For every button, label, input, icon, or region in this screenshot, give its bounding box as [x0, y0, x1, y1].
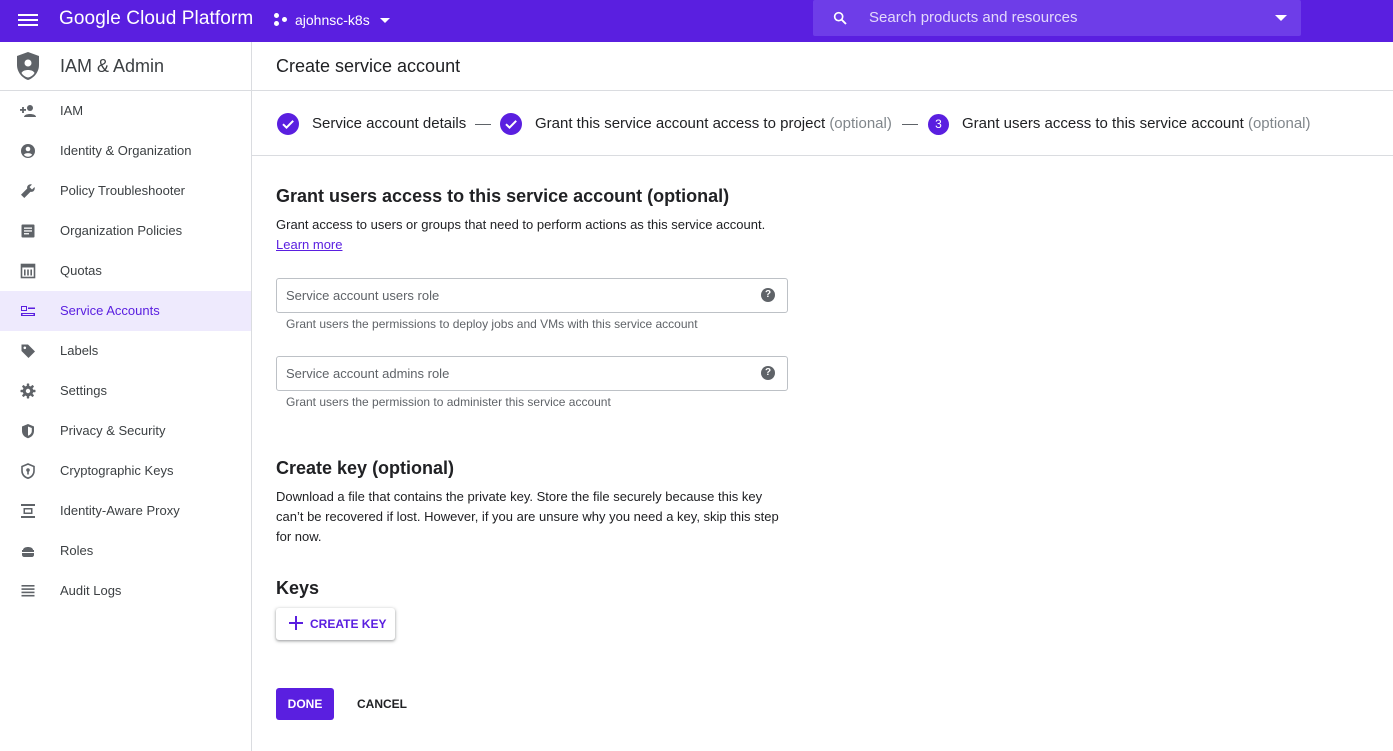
help-icon[interactable]: ? [761, 366, 775, 380]
sidebar-item-cryptographic-keys[interactable]: Cryptographic Keys [0, 451, 251, 491]
create-key-description: Download a file that contains the privat… [276, 489, 779, 544]
sidebar-item-iam[interactable]: IAM [0, 91, 251, 131]
keys-heading: Keys [276, 578, 320, 598]
roles-icon [22, 547, 34, 557]
divider [252, 155, 1393, 156]
search-dropdown-icon[interactable] [1275, 15, 1287, 21]
project-dots-icon [274, 13, 288, 27]
project-selector[interactable]: ajohnsc-k8s [274, 9, 390, 31]
service-account-icon [21, 306, 35, 316]
product-brand[interactable]: Google Cloud Platform [59, 8, 253, 30]
iam-shield-icon [17, 52, 39, 80]
sidebar-item-quotas[interactable]: Quotas [0, 251, 251, 291]
main-content: Create service account Service account d… [252, 42, 1393, 751]
done-button[interactable]: DONE [276, 688, 334, 720]
sidebar-item-privacy-security[interactable]: Privacy & Security [0, 411, 251, 451]
step-complete-check-icon [277, 113, 299, 135]
sidebar-item-identity-organization[interactable]: Identity & Organization [0, 131, 251, 171]
divider [252, 90, 1393, 91]
label-tag-icon [21, 344, 35, 358]
sidebar-item-audit-logs[interactable]: Audit Logs [0, 571, 251, 611]
sidebar-item-label: Cryptographic Keys [60, 463, 174, 478]
sidebar-item-label: IAM [60, 103, 84, 118]
step-2-title: Grant this service account access to pro… [535, 115, 826, 132]
help-icon[interactable]: ? [761, 288, 775, 302]
account-circle-icon [21, 144, 35, 158]
sidebar-title: IAM & Admin [60, 56, 165, 76]
create-key-label: CREATE KEY [310, 617, 387, 631]
plus-icon [289, 616, 303, 630]
search-input[interactable]: Search products and resources [813, 0, 1301, 36]
step-dash [902, 124, 918, 125]
stepper: Service account details Grant this servi… [276, 113, 1376, 135]
step-3-number: 3 [928, 113, 949, 135]
gear-icon [20, 383, 36, 399]
step-2-optional: (optional) [829, 115, 892, 132]
person-add-icon [20, 105, 36, 117]
sidebar-item-label: Policy Troubleshooter [60, 183, 186, 198]
service-account-admins-role-field[interactable]: Service account admins role ? [276, 356, 788, 391]
sidebar-item-label: Quotas [60, 263, 102, 278]
step-complete-check-icon [500, 113, 522, 135]
step-dash [475, 124, 491, 125]
proxy-icon [21, 504, 35, 518]
search-icon [833, 11, 847, 25]
create-key-button[interactable]: CREATE KEY [276, 608, 395, 640]
step-3-optional: (optional) [1247, 115, 1311, 132]
project-name: ajohnsc-k8s [295, 12, 370, 28]
sidebar-item-label: Settings [60, 383, 107, 398]
sidebar-item-label: Organization Policies [60, 223, 183, 238]
grant-users-description: Grant access to users or groups that nee… [276, 217, 766, 232]
page-title: Create service account [276, 56, 461, 76]
step-2-label[interactable]: Grant this service account access to pro… [535, 115, 892, 132]
sidebar-item-organization-policies[interactable]: Organization Policies [0, 211, 251, 251]
field-placeholder: Service account admins role [286, 366, 450, 381]
sidebar-item-label: Privacy & Security [60, 423, 166, 438]
security-shield-icon [21, 463, 35, 479]
sidebar-item-roles[interactable]: Roles [0, 531, 251, 571]
chevron-down-icon [379, 17, 390, 23]
shield-icon [22, 424, 34, 439]
sidebar-item-policy-troubleshooter[interactable]: Policy Troubleshooter [0, 171, 251, 211]
document-list-icon [21, 224, 35, 238]
admins-role-hint: Grant users the permission to administer… [286, 395, 611, 409]
sidebar-item-label: Identity-Aware Proxy [60, 503, 180, 518]
quota-icon [20, 263, 36, 279]
sidebar-item-label: Service Accounts [60, 303, 160, 318]
list-lines-icon [21, 585, 35, 597]
cancel-button[interactable]: CANCEL [352, 688, 412, 720]
wrench-icon [21, 184, 35, 198]
service-account-users-role-field[interactable]: Service account users role ? [276, 278, 788, 313]
step-3-label: Grant users access to this service accou… [962, 115, 1311, 132]
learn-more-link[interactable]: Learn more [276, 237, 342, 252]
sidebar-item-label: Labels [60, 343, 99, 358]
search-placeholder: Search products and resources [869, 9, 1078, 26]
sidebar-item-label: Roles [60, 543, 94, 558]
sidebar-item-service-accounts[interactable]: Service Accounts [0, 291, 251, 331]
step-1-label[interactable]: Service account details [312, 115, 466, 132]
step-3-title: Grant users access to this service accou… [962, 115, 1244, 132]
sidebar: IAM & Admin IAM Identity & Organization … [0, 42, 252, 751]
sidebar-item-label: Audit Logs [60, 583, 122, 598]
grant-users-heading: Grant users access to this service accou… [276, 186, 730, 206]
sidebar-header: IAM & Admin [0, 42, 251, 91]
create-key-heading: Create key (optional) [276, 458, 455, 478]
sidebar-item-labels[interactable]: Labels [0, 331, 251, 371]
hamburger-menu-icon[interactable] [18, 11, 38, 31]
sidebar-item-identity-aware-proxy[interactable]: Identity-Aware Proxy [0, 491, 251, 531]
sidebar-item-label: Identity & Organization [60, 143, 192, 158]
field-placeholder: Service account users role [286, 288, 440, 303]
top-app-bar: Google Cloud Platform ajohnsc-k8s Search… [0, 0, 1393, 42]
users-role-hint: Grant users the permissions to deploy jo… [286, 317, 698, 331]
sidebar-item-settings[interactable]: Settings [0, 371, 251, 411]
